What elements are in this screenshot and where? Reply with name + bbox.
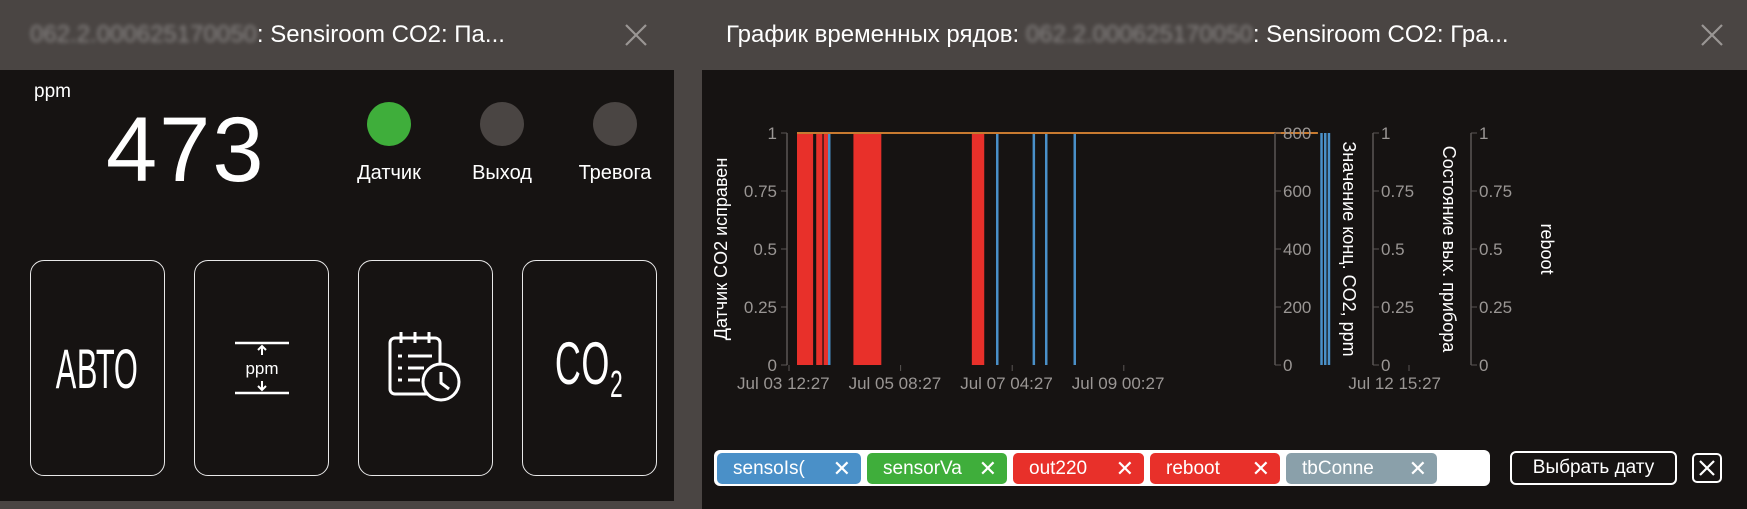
legend-chip-out220[interactable]: out220 ✕ xyxy=(1013,453,1144,484)
x-axis-tick-label: Jul 07 04:27 xyxy=(960,374,1053,393)
indicator-output-dot xyxy=(480,102,524,146)
ppm-setpoint-icon: ppm xyxy=(234,341,289,395)
out220-span xyxy=(853,133,882,365)
right-axis-label: Значение конц. CO2, ppm xyxy=(1339,141,1359,356)
indicator-sensor-dot xyxy=(367,102,411,146)
chart-panel-titlebar: График временных рядов: 062.2.0006251700… xyxy=(702,0,1747,70)
auto-mode-button[interactable]: АВТО xyxy=(30,260,165,476)
schedule-clock-icon xyxy=(388,332,460,402)
right-axis-tick-label: 600 xyxy=(1283,182,1311,201)
left-axis-tick-label: 0.75 xyxy=(744,182,777,201)
legend-chip-label: reboot xyxy=(1166,458,1220,479)
right-axis-tick-label: 0 xyxy=(1283,356,1292,375)
chart-device-id: 062.2.000625170050 xyxy=(1025,21,1253,48)
legend-chip-reboot[interactable]: reboot ✕ xyxy=(1150,453,1280,484)
x-axis-tick-label: Jul 03 12:27 xyxy=(737,374,830,393)
right-axis-tick-label: 0.25 xyxy=(1479,298,1512,317)
legend-chip-label: sensorVa xyxy=(883,458,962,479)
right-axis-tick-label: 0.5 xyxy=(1479,240,1503,259)
right-axis-tick-label: 800 xyxy=(1283,124,1311,143)
select-date-button[interactable]: Выбрать дату xyxy=(1510,451,1677,485)
right-axis-tick-label: 0.75 xyxy=(1381,182,1414,201)
co2-label: CO xyxy=(555,330,611,397)
device-panel-titlebar: 062.2.000625170050: Sensiroom CO2: Па... xyxy=(0,0,674,70)
right-axis-tick-label: 0 xyxy=(1381,356,1390,375)
legend-chip-label: out220 xyxy=(1029,458,1088,479)
remove-icon[interactable]: ✕ xyxy=(1252,453,1270,484)
co2-button[interactable]: CO2 xyxy=(522,260,657,476)
remove-icon[interactable]: ✕ xyxy=(1409,453,1427,484)
left-axis-label: Датчик CO2 исправен xyxy=(711,158,731,341)
x-axis-tick-label: Jul 05 08:27 xyxy=(849,374,942,393)
x-axis-tick-label: Jul 12 15:27 xyxy=(1348,374,1441,393)
auto-mode-label: АВТО xyxy=(56,336,139,400)
left-axis-tick-label: 0.5 xyxy=(753,240,777,259)
legend-chip-label: tbConne xyxy=(1302,458,1374,479)
legend-chip-sensois[interactable]: sensoIs( ✕ xyxy=(717,453,861,484)
indicator-alarm-label: Тревога xyxy=(578,162,652,184)
right-axis-tick-label: 0.75 xyxy=(1479,182,1512,201)
device-panel-title: : Sensiroom CO2: Па... xyxy=(256,21,505,48)
x-axis-tick-label: Jul 09 00:27 xyxy=(1072,374,1165,393)
close-icon[interactable] xyxy=(619,18,653,52)
co2-value: 473 xyxy=(106,99,266,201)
right-axis-tick-label: 200 xyxy=(1283,298,1311,317)
ppm-setpoint-button[interactable]: ppm xyxy=(194,260,329,476)
remove-icon[interactable]: ✕ xyxy=(833,453,851,484)
co2-icon: CO2 xyxy=(555,329,623,407)
co2-subscript: 2 xyxy=(610,364,624,406)
remove-icon[interactable]: ✕ xyxy=(979,453,997,484)
indicator-sensor: Датчик xyxy=(334,102,444,185)
timeseries-chart: 0 0.25 0.5 0.75 1 Датчик CO2 исправен 0 200 400 6… xyxy=(702,70,1747,430)
right-axis-tick-label: 0 xyxy=(1479,356,1488,375)
right-axis-label: Состояние вых. прибора xyxy=(1439,146,1459,353)
indicator-alarm-dot xyxy=(593,102,637,146)
legend-chip-label: sensoIs( xyxy=(733,458,805,479)
indicator-sensor-label: Датчик xyxy=(357,162,421,184)
ppm-setpoint-label: ppm xyxy=(245,359,278,378)
out220-span xyxy=(797,133,814,365)
legend-chip-tbconne[interactable]: tbConne ✕ xyxy=(1286,453,1437,484)
indicator-output-label: Выход xyxy=(472,162,532,184)
close-icon[interactable] xyxy=(1695,18,1729,52)
right-axis-tick-label: 400 xyxy=(1283,240,1311,259)
out220-span xyxy=(816,133,823,365)
right-axis-tick-label: 0.5 xyxy=(1381,240,1405,259)
chart-svg: 0 0.25 0.5 0.75 1 Датчик CO2 исправен 0 200 400 6… xyxy=(711,124,1557,393)
left-axis-tick-label: 0 xyxy=(768,356,777,375)
unit-label: ppm xyxy=(34,81,71,102)
right-axis-tick-label: 1 xyxy=(1381,124,1390,143)
chart-panel: График временных рядов: 062.2.0006251700… xyxy=(702,0,1747,509)
indicator-output: Выход xyxy=(447,102,557,185)
schedule-button[interactable] xyxy=(358,260,493,476)
right-axis-tick-label: 0.25 xyxy=(1381,298,1414,317)
right-axis-label: reboot xyxy=(1537,223,1557,274)
legend-chip-sensorva[interactable]: sensorVa ✕ xyxy=(867,453,1007,484)
left-axis-tick-label: 0.25 xyxy=(744,298,777,317)
indicator-alarm: Тревога xyxy=(560,102,670,185)
device-id: 062.2.000625170050 xyxy=(30,21,257,48)
clear-date-button[interactable] xyxy=(1692,453,1722,483)
chart-panel-title-main: График временных рядов: xyxy=(726,21,1026,48)
device-panel: 062.2.000625170050: Sensiroom CO2: Па...… xyxy=(0,0,674,501)
close-icon xyxy=(1699,460,1715,476)
remove-icon[interactable]: ✕ xyxy=(1116,453,1134,484)
chart-panel-title: : Sensiroom CO2: Гра... xyxy=(1252,21,1509,48)
right-axis-tick-label: 1 xyxy=(1479,124,1488,143)
out220-span xyxy=(971,133,985,365)
left-axis-tick-label: 1 xyxy=(768,124,777,143)
